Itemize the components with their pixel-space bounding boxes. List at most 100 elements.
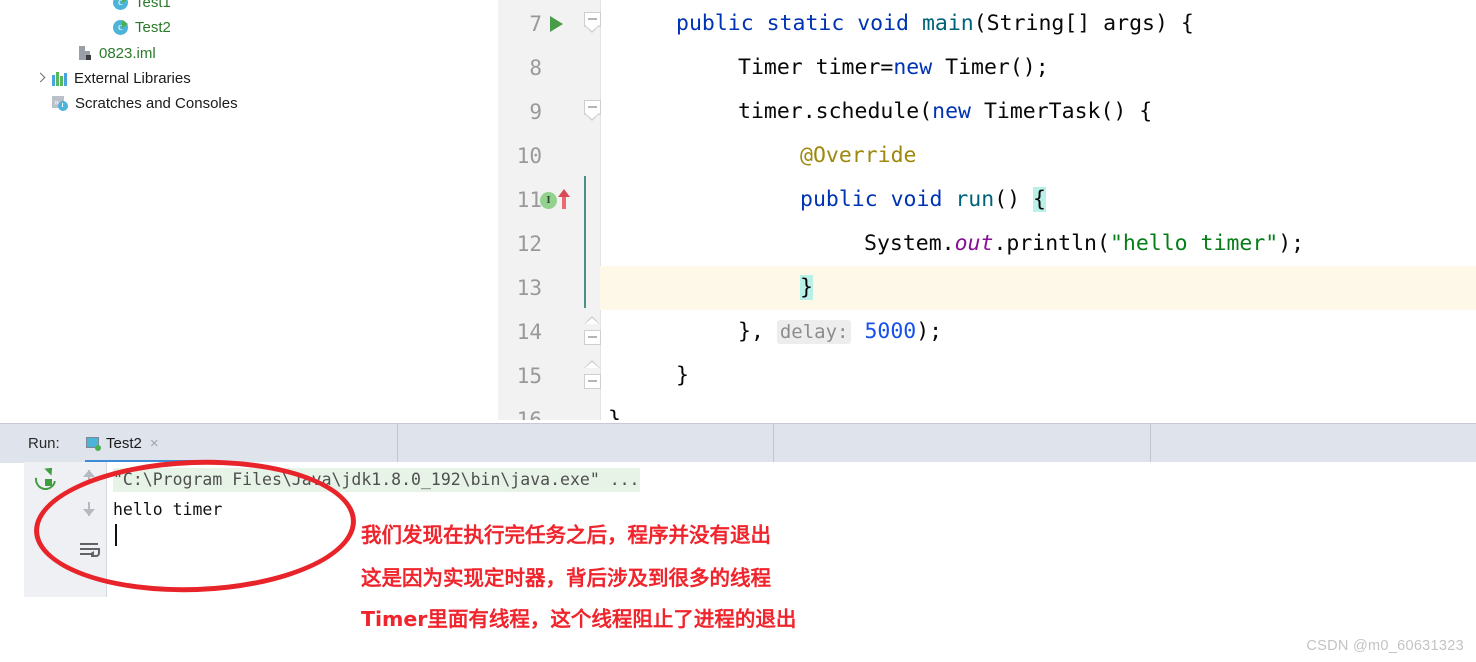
annotation-line-3: Timer里面有线程，这个线程阻止了进程的退出 xyxy=(361,607,797,631)
code-token: run xyxy=(955,187,995,212)
tree-item-0823-iml[interactable]: 0823.iml xyxy=(78,41,156,66)
code-token: new xyxy=(932,99,972,124)
line-number: 11 xyxy=(516,188,542,212)
tree-item-external-libraries[interactable]: External Libraries xyxy=(34,66,191,91)
tabbar-separator xyxy=(773,424,774,463)
annotation-line-2: 这是因为实现定时器，背后涉及到很多的线程 xyxy=(361,566,771,590)
iml-file-icon xyxy=(78,45,94,63)
java-class-runnable-icon: c xyxy=(113,19,130,36)
code-line-7[interactable]: 7 public static void main(String[] args) … xyxy=(498,2,1476,46)
code-token: { xyxy=(1033,187,1046,212)
code-token: Timer(); xyxy=(932,55,1049,80)
code-token: ); xyxy=(1278,231,1305,256)
tree-item-label: Scratches and Consoles xyxy=(75,95,238,112)
run-tab-test2[interactable]: Test2 × xyxy=(85,424,159,463)
run-panel-label: Run: xyxy=(28,435,60,452)
code-token: System. xyxy=(864,231,955,256)
line-number: 14 xyxy=(516,320,542,344)
tree-item-label: Test1 xyxy=(135,0,171,11)
code-text: public void run() { xyxy=(800,178,1046,222)
chevron-right-icon[interactable] xyxy=(34,72,48,86)
code-text: public static void main(String[] args) { xyxy=(676,2,1194,46)
code-token: } xyxy=(800,275,813,300)
run-toolbar-left[interactable] xyxy=(24,462,73,597)
tree-item-label: 0823.iml xyxy=(99,45,156,62)
project-tree-panel[interactable]: c Test1 c Test2 0823.iml External Libraries» S… xyxy=(0,0,498,420)
code-text: Timer timer=new Timer(); xyxy=(738,46,1049,90)
external-libraries-icon xyxy=(51,71,69,87)
tree-item-label: Test2 xyxy=(135,19,171,36)
code-token: main xyxy=(921,11,974,36)
java-class-runnable-icon: c xyxy=(113,0,130,11)
line-number: 13 xyxy=(516,276,542,300)
console-output[interactable]: "C:\Program Files\Java\jdk1.8.0_192\bin\… xyxy=(107,462,1476,662)
console-command-line: "C:\Program Files\Java\jdk1.8.0_192\bin\… xyxy=(113,468,640,492)
tree-item-scratches-and-consoles[interactable]: » Scratches and Consoles xyxy=(52,91,238,116)
code-token: Timer timer= xyxy=(738,55,894,80)
code-text: @Override xyxy=(800,134,917,178)
code-fold-icon[interactable] xyxy=(584,360,601,390)
tree-item-test2[interactable]: c Test2 xyxy=(113,15,171,40)
implementing-method-icon[interactable]: I xyxy=(540,192,557,209)
code-line-14[interactable]: 14 }, delay: 5000); xyxy=(498,310,1476,354)
code-token: public xyxy=(676,11,767,36)
code-text: timer.schedule(new TimerTask() { xyxy=(738,90,1152,134)
code-token: void xyxy=(857,11,922,36)
code-text: } xyxy=(800,266,813,310)
console-caret xyxy=(115,524,117,546)
code-fold-icon[interactable] xyxy=(584,12,601,34)
code-token: 5000 xyxy=(864,319,917,344)
code-line-8[interactable]: 8 Timer timer=new Timer(); xyxy=(498,46,1476,90)
code-line-15[interactable]: 15} xyxy=(498,354,1476,398)
code-line-13[interactable]: 13} xyxy=(498,266,1476,310)
code-line-10[interactable]: 10 @Override xyxy=(498,134,1476,178)
code-token: public xyxy=(800,187,891,212)
code-token: TimerTask() { xyxy=(971,99,1153,124)
code-token: }, xyxy=(738,319,777,344)
code-line-11[interactable]: 11 Ipublic void run() { xyxy=(498,178,1476,222)
code-token: } xyxy=(608,407,621,420)
indent-guide xyxy=(584,176,586,308)
code-fold-icon[interactable] xyxy=(584,316,601,346)
code-token: "hello timer" xyxy=(1109,231,1279,256)
code-token: out xyxy=(954,231,994,256)
console-tab-icon xyxy=(85,436,101,452)
code-token: delay: xyxy=(776,320,852,344)
annotation-line-1: 我们发现在执行完任务之后，程序并没有退出 xyxy=(361,523,771,547)
code-line-9[interactable]: 9 timer.schedule(new TimerTask() { xyxy=(498,90,1476,134)
code-text: } xyxy=(608,398,621,420)
code-line-16[interactable]: 16} xyxy=(498,398,1476,420)
line-number: 9 xyxy=(529,100,542,124)
overriding-method-icon[interactable] xyxy=(558,189,570,209)
run-toolbar-second[interactable] xyxy=(72,462,107,597)
run-gutter-icon[interactable] xyxy=(550,16,563,32)
code-line-12[interactable]: 12 System.out.println("hello timer"); xyxy=(498,222,1476,266)
code-token: .println( xyxy=(993,231,1110,256)
tree-item-test1[interactable]: c Test1 xyxy=(113,0,171,15)
code-text: } xyxy=(676,354,689,398)
code-token: timer.schedule( xyxy=(738,99,933,124)
run-tabbar: Run: Test2 × xyxy=(0,423,1476,463)
csdn-watermark: CSDN @m0_60631323 xyxy=(1306,638,1464,654)
tabbar-separator xyxy=(1150,424,1151,463)
code-editor[interactable]: 7 public static void main(String[] args) … xyxy=(498,0,1476,420)
code-token: () xyxy=(994,187,1034,212)
line-number: 8 xyxy=(529,56,542,80)
code-token: void xyxy=(890,187,956,212)
close-icon[interactable]: × xyxy=(150,436,159,451)
code-token: new xyxy=(893,55,933,80)
code-token: static xyxy=(766,11,858,36)
line-number: 12 xyxy=(516,232,542,256)
line-number: 10 xyxy=(516,144,542,168)
scratches-consoles-icon: » xyxy=(52,95,70,112)
code-fold-icon[interactable] xyxy=(584,100,601,122)
line-number: 16 xyxy=(516,408,542,420)
code-text: }, delay: 5000); xyxy=(738,310,942,354)
tree-item-label: External Libraries xyxy=(74,70,191,87)
code-token: } xyxy=(676,363,689,388)
console-output-line: hello timer xyxy=(113,500,223,519)
line-number: 15 xyxy=(516,364,542,388)
code-token: @Override xyxy=(800,143,917,168)
code-text: System.out.println("hello timer"); xyxy=(864,222,1304,266)
